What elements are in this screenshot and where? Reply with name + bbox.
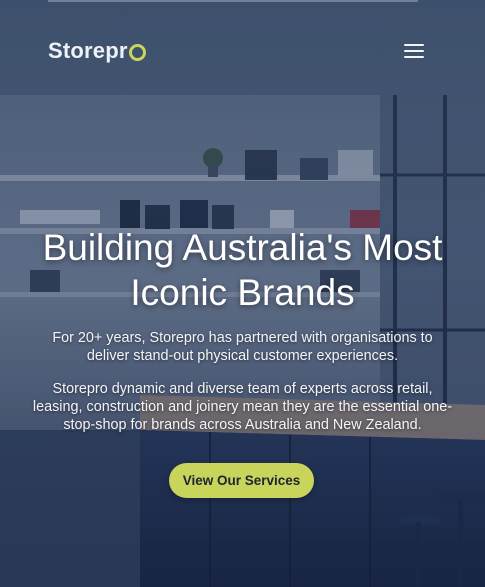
logo-text: Storepr	[48, 38, 128, 63]
hamburger-menu-icon[interactable]	[401, 40, 427, 62]
menu-bar	[404, 56, 424, 58]
hero-headline: Building Australia's Most Iconic Brands	[42, 227, 443, 313]
view-services-button[interactable]: View Our Services	[169, 463, 314, 498]
menu-bar	[404, 50, 424, 52]
site-header: Storepr	[0, 0, 485, 95]
hero-section: Storepr Building Australia's Most Iconic…	[0, 0, 485, 587]
logo-o-ring-icon	[128, 43, 146, 61]
hero-paragraph-intro: For 20+ years, Storepro has partnered wi…	[52, 330, 433, 364]
menu-bar	[404, 44, 424, 46]
hero-paragraph-team: Storepro dynamic and diverse team of exp…	[32, 381, 453, 433]
storepro-logo[interactable]: Storepr	[48, 36, 146, 66]
